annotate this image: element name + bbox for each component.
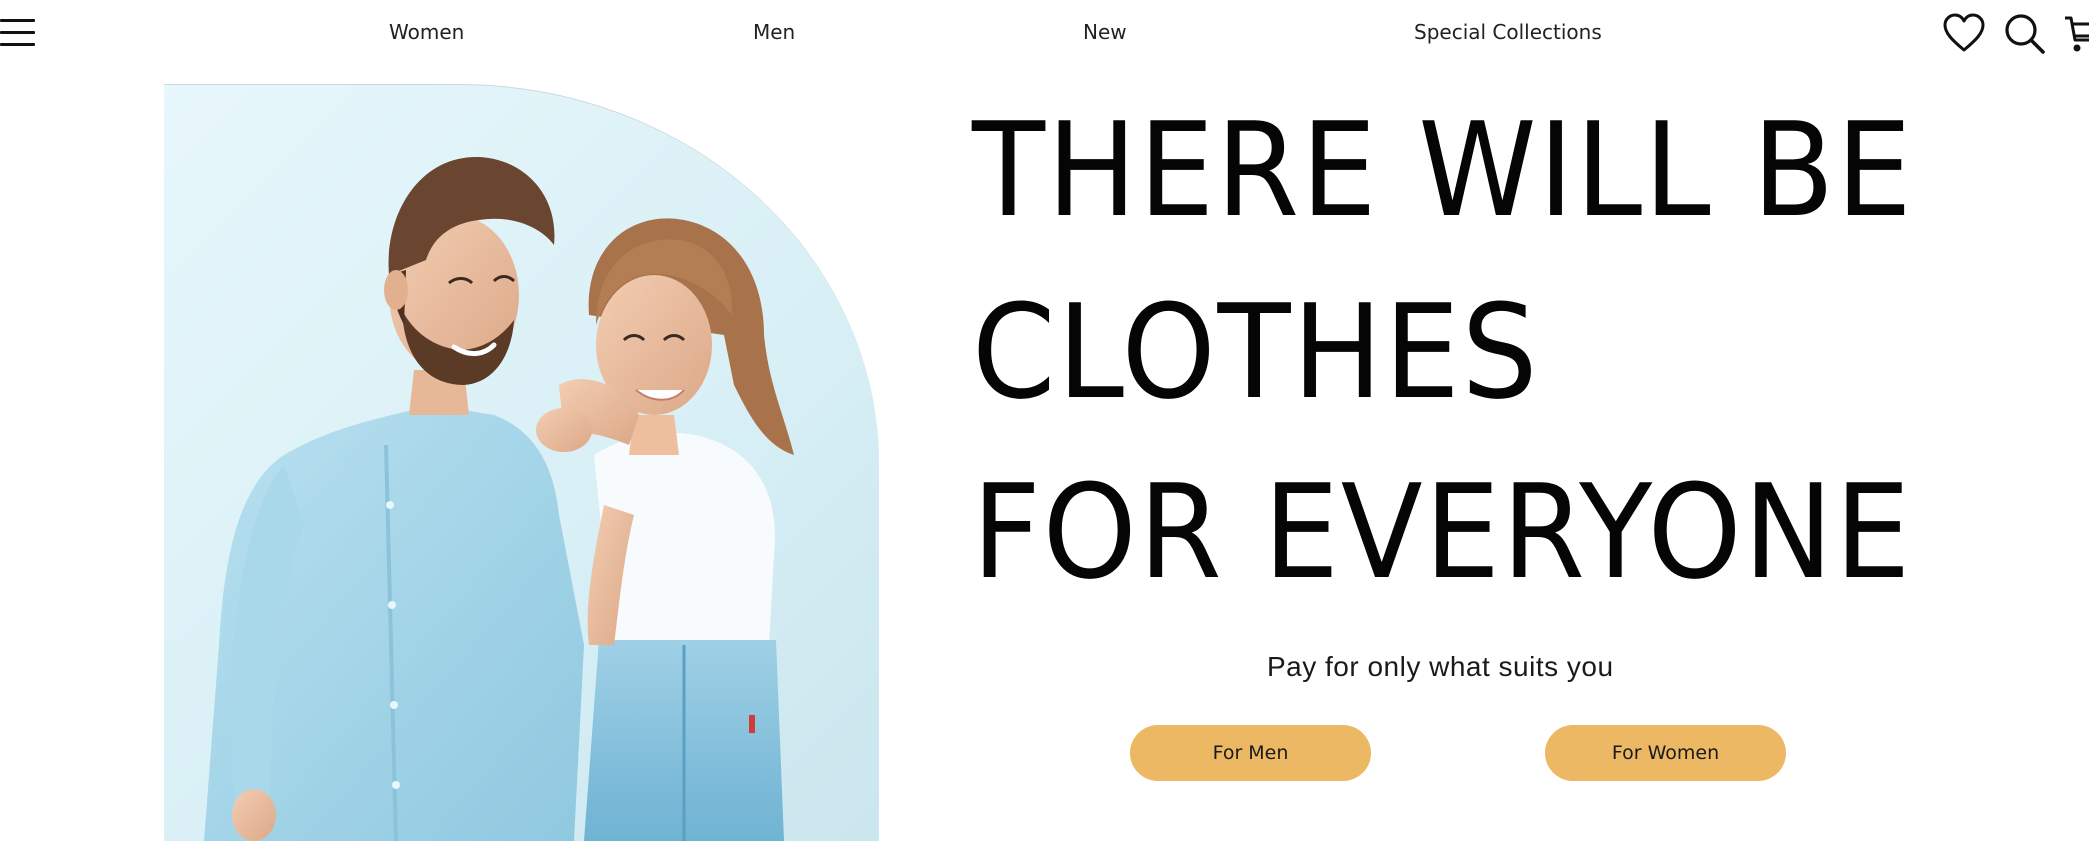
cart-icon[interactable] xyxy=(2063,12,2089,56)
for-men-button[interactable]: For Men xyxy=(1130,725,1371,781)
menu-line xyxy=(0,31,35,34)
nav-link-women[interactable]: Women xyxy=(389,20,464,44)
heart-icon[interactable] xyxy=(1942,12,1986,54)
hero-headline-line-1: THERE WILL BE xyxy=(972,94,1914,246)
menu-line xyxy=(0,43,35,46)
nav-link-men[interactable]: Men xyxy=(753,20,795,44)
hamburger-menu-icon[interactable] xyxy=(0,19,38,47)
hero-couple-image xyxy=(164,84,879,841)
menu-line xyxy=(0,19,35,22)
search-icon[interactable] xyxy=(2003,12,2047,56)
nav-link-special-collections[interactable]: Special Collections xyxy=(1414,20,1602,44)
nav-link-new[interactable]: New xyxy=(1083,20,1127,44)
for-women-button[interactable]: For Women xyxy=(1545,725,1786,781)
hero-tagline: Pay for only what suits you xyxy=(1267,651,1614,682)
hero-headline-line-3: FOR EVERYONE xyxy=(972,456,1913,608)
hero-headline-line-2: CLOTHES xyxy=(972,276,1540,428)
